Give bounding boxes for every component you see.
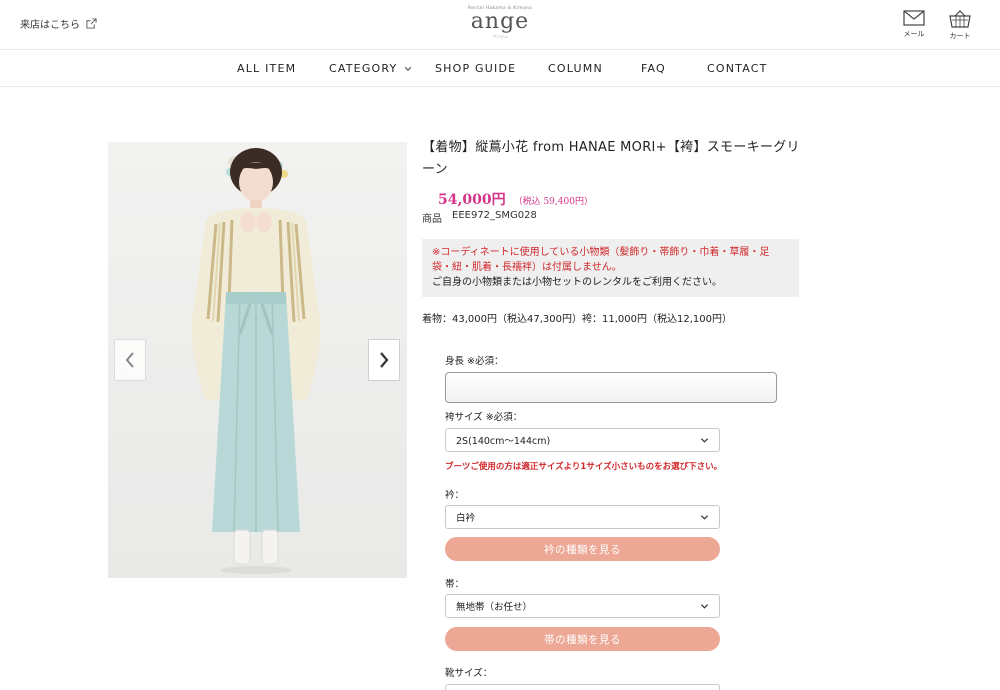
collar-label: 衿： xyxy=(445,490,465,501)
shoe-size-select[interactable] xyxy=(445,684,720,690)
chevron-down-icon xyxy=(700,514,709,520)
mail-icon xyxy=(903,10,925,26)
chevron-down-icon xyxy=(700,437,709,443)
notice-info-text: ご自身の小物類または小物セットのレンタルをご利用ください。 xyxy=(432,277,722,288)
notice-warning-text: ※コーディネートに使用している小物類（髪飾り・帯飾り・巾着・草履・足袋・紐・肌着… xyxy=(432,247,770,273)
nav-category-label: CATEGORY xyxy=(329,62,398,75)
cart-button[interactable]: カート xyxy=(944,10,976,41)
chevron-down-icon xyxy=(405,66,412,71)
price-value: 54,000円 xyxy=(438,192,506,208)
nav-shop-guide[interactable]: SHOP GUIDE xyxy=(435,62,516,75)
product-image xyxy=(108,142,407,578)
mail-label: メール xyxy=(903,30,925,38)
store-visit-label: 来店はこちら xyxy=(20,20,80,31)
view-collar-types-button[interactable]: 衿の種類を見る xyxy=(445,537,720,561)
nav-contact[interactable]: CONTACT xyxy=(707,62,768,75)
cart-label: カート xyxy=(949,32,971,40)
boots-size-warning: ブーツご使用の方は適正サイズより1サイズ小さいものをお選び下さい。 xyxy=(445,462,723,472)
collar-select[interactable]: 白衿 xyxy=(445,505,720,529)
height-label: 身長 ※必須： xyxy=(445,356,504,367)
shoe-size-label: 靴サイズ： xyxy=(445,668,493,679)
price-tax-included: （税込 59,400円） xyxy=(513,197,593,207)
obi-select[interactable]: 無地帯（お任せ） xyxy=(445,594,720,618)
obi-label: 帯： xyxy=(445,579,465,590)
chevron-down-icon xyxy=(700,603,709,609)
model-figure-illustration xyxy=(191,148,321,574)
site-header: 来店はこちら Rental Hakama & Kimono ange アンジュ … xyxy=(0,0,1000,50)
sku-value: EEE972_SMG028 xyxy=(452,210,537,221)
logo-wordmark: ange xyxy=(470,9,530,34)
external-link-icon xyxy=(86,18,97,29)
product-title: 【着物】縦蔦小花 from HANAE MORI+【袴】スモーキーグリーン xyxy=(422,140,800,177)
view-obi-types-button[interactable]: 帯の種類を見る xyxy=(445,627,720,651)
store-visit-link[interactable]: 来店はこちら xyxy=(20,16,97,31)
accessories-notice: ※コーディネートに使用している小物類（髪飾り・帯飾り・巾着・草履・足袋・紐・肌着… xyxy=(422,239,799,297)
nav-all-item[interactable]: ALL ITEM xyxy=(237,62,296,75)
hakama-size-select[interactable]: 2S(140cm～144cm) xyxy=(445,428,720,452)
nav-category[interactable]: CATEGORY xyxy=(329,62,412,75)
hakama-size-label: 袴サイズ ※必須： xyxy=(445,412,523,423)
obi-value: 無地帯（お任せ） xyxy=(456,602,533,613)
product-sku: 商品 EEE972_SMG028 xyxy=(422,210,537,225)
sku-label: 商品 xyxy=(422,214,442,225)
height-input[interactable] xyxy=(445,372,777,403)
collar-value: 白衿 xyxy=(456,513,476,524)
nav-column[interactable]: COLUMN xyxy=(548,62,603,75)
site-logo[interactable]: Rental Hakama & Kimono ange アンジュ xyxy=(450,6,550,40)
next-image-button[interactable] xyxy=(368,339,400,381)
main-nav: ALL ITEM CATEGORY SHOP GUIDE COLUMN FAQ … xyxy=(0,50,1000,87)
mail-button[interactable]: メール xyxy=(898,10,930,39)
prev-image-button[interactable] xyxy=(114,339,146,381)
cart-icon xyxy=(949,10,971,28)
logo-subtext: アンジュ xyxy=(492,34,508,39)
nav-faq[interactable]: FAQ xyxy=(641,62,666,75)
price-breakdown: 着物：43,000円（税込47,300円）袴：11,000円（税込12,100円… xyxy=(422,314,732,325)
chevron-left-icon xyxy=(125,352,134,368)
chevron-right-icon xyxy=(380,352,389,368)
price-block: 54,000円 （税込 59,400円） xyxy=(438,189,593,209)
hakama-size-value: 2S(140cm～144cm) xyxy=(456,436,551,447)
